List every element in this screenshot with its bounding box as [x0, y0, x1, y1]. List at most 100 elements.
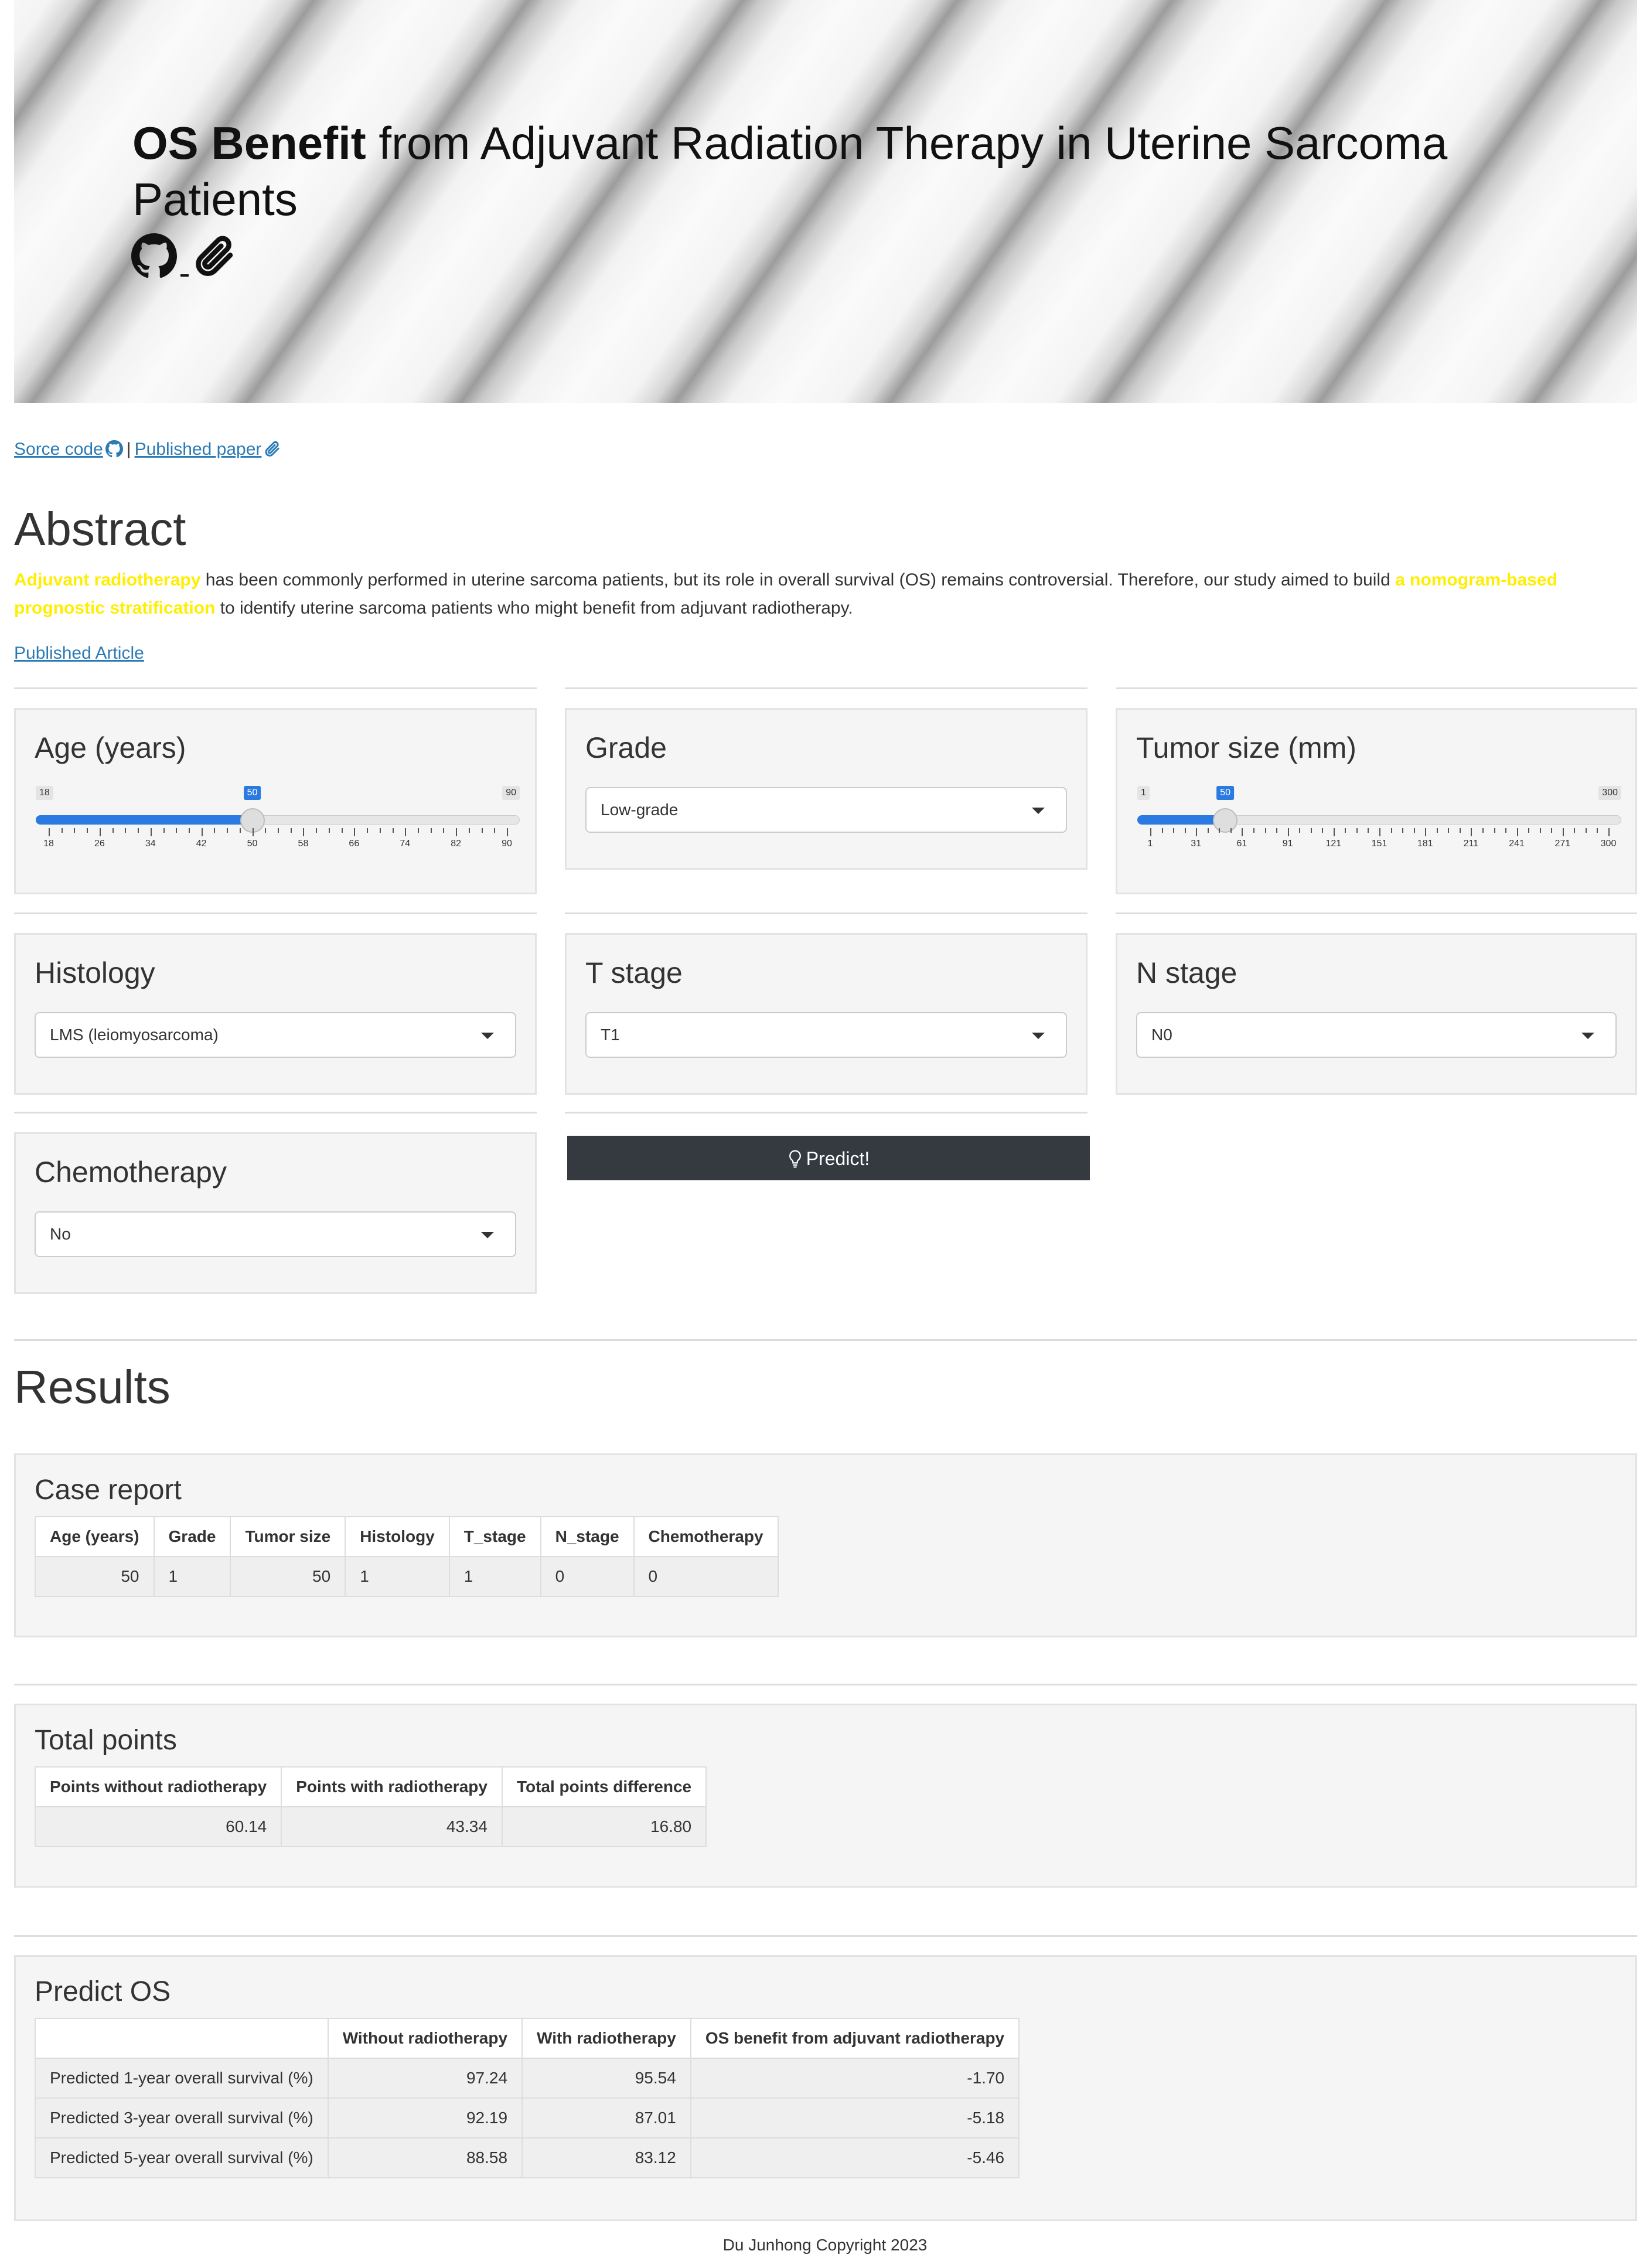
- t-stage-selected-value: T1: [601, 1026, 620, 1044]
- t-stage-label: T stage: [585, 956, 683, 989]
- slider-minor-tick: [1551, 828, 1553, 833]
- table-row: 60.14 43.34 16.80: [34, 1806, 707, 1847]
- table-cell: -5.46: [690, 2137, 1020, 2178]
- divider: [14, 687, 537, 689]
- slider-minor-tick: [1161, 828, 1163, 833]
- n-stage-select[interactable]: N0: [1136, 1012, 1617, 1058]
- paper-link[interactable]: [192, 233, 238, 279]
- table-cell: 60.14: [34, 1806, 282, 1847]
- lightbulb-icon: [789, 1150, 801, 1168]
- slider-minor-tick: [1345, 828, 1346, 833]
- slider-minor-tick: [290, 828, 292, 833]
- chevron-down-icon: [481, 1033, 494, 1039]
- table-cell: 88.58: [327, 2137, 523, 2178]
- slider-tick-label: 91: [1282, 839, 1293, 849]
- case-report-table: Age (years) Grade Tumor size Histology T…: [35, 1516, 779, 1597]
- github-icon: [105, 440, 123, 458]
- slider-minor-tick: [1207, 828, 1209, 833]
- slider-minor-tick: [341, 828, 343, 833]
- slider-minor-tick: [125, 828, 127, 833]
- github-link[interactable]: [131, 233, 177, 279]
- slider-minor-tick: [1368, 828, 1369, 833]
- slider-tick-label: 42: [196, 839, 207, 849]
- n-stage-label: N stage: [1136, 956, 1238, 989]
- divider: [1116, 687, 1637, 689]
- top-links: Sorce code | Published paper: [14, 440, 281, 459]
- slider-tick-label: 74: [400, 839, 411, 849]
- column-header: Tumor size: [230, 1516, 346, 1557]
- source-code-link[interactable]: Sorce code: [14, 440, 123, 459]
- slider-major-tick: [1150, 828, 1151, 836]
- table-row: Predicted 3-year overall survival (%) 92…: [35, 2097, 1020, 2138]
- t-stage-select[interactable]: T1: [585, 1012, 1067, 1058]
- slider-minor-tick: [112, 828, 114, 833]
- slider-fill: [1137, 815, 1226, 825]
- case-report-panel: Case report Age (years) Grade Tumor size…: [14, 1453, 1637, 1637]
- age-label: Age (years): [35, 731, 186, 764]
- slider-minor-tick: [278, 828, 279, 833]
- column-header: Histology: [345, 1516, 450, 1557]
- column-header: N_stage: [540, 1516, 635, 1557]
- column-header: With radiotherapy: [521, 2018, 691, 2059]
- column-header: Grade: [153, 1516, 231, 1557]
- slider-minor-tick: [367, 828, 369, 833]
- chevron-down-icon: [1032, 1033, 1045, 1039]
- column-header: Chemotherapy: [633, 1516, 779, 1557]
- table-cell: 92.19: [327, 2097, 523, 2138]
- slider-major-tick: [1608, 828, 1610, 836]
- slider-min-label: 18: [36, 786, 53, 800]
- predict-os-panel: Predict OS Without radiotherapy With rad…: [14, 1955, 1637, 2221]
- table-header-row: Points without radiotherapy Points with …: [34, 1766, 707, 1807]
- table-cell: 87.01: [521, 2097, 691, 2138]
- predict-button[interactable]: Predict!: [567, 1136, 1090, 1180]
- histology-panel: Histology LMS (leiomyosarcoma): [14, 933, 537, 1095]
- slider-minor-tick: [379, 828, 381, 833]
- chemotherapy-select[interactable]: No: [35, 1211, 516, 1257]
- paperclip-icon: [265, 441, 279, 457]
- table-cell: 50: [35, 1556, 155, 1597]
- case-report-title: Case report: [35, 1474, 182, 1506]
- results-heading: Results: [14, 1361, 171, 1413]
- published-paper-link[interactable]: Published paper: [135, 440, 282, 459]
- slider-minor-tick: [265, 828, 267, 833]
- footer-copyright: Du Junhong Copyright 2023: [722, 2236, 928, 2254]
- slider-tick-label: 1: [1147, 839, 1153, 849]
- slider-tick-label: 58: [298, 839, 309, 849]
- slider-value-label: 50: [243, 786, 261, 800]
- divider: [14, 1112, 537, 1113]
- slider-minor-tick: [316, 828, 318, 833]
- slider-minor-tick: [468, 828, 470, 833]
- n-stage-panel: N stage N0: [1116, 933, 1637, 1095]
- slider-minor-tick: [138, 828, 139, 833]
- published-paper-label: Published paper: [134, 440, 262, 459]
- slider-handle[interactable]: [1213, 808, 1238, 833]
- table-cell: -1.70: [690, 2058, 1020, 2099]
- link-underline: [180, 274, 189, 277]
- grade-select[interactable]: Low-grade: [585, 787, 1067, 833]
- grade-panel: Grade Low-grade: [565, 708, 1088, 870]
- slider-major-tick: [201, 828, 203, 836]
- histology-select[interactable]: LMS (leiomyosarcoma): [35, 1012, 516, 1058]
- column-header: [35, 2018, 329, 2059]
- table-cell: 1: [345, 1556, 450, 1597]
- slider-tick-label: 66: [349, 839, 360, 849]
- n-stage-selected-value: N0: [1151, 1026, 1172, 1044]
- slider-minor-tick: [176, 828, 178, 833]
- slider-major-tick: [49, 828, 50, 836]
- slider-major-tick: [1242, 828, 1243, 836]
- tumor-size-slider[interactable]: 1 300 50 1 31 61 91 121 151 181 211 241 271 300: [1137, 786, 1621, 850]
- slider-tick-label: 121: [1325, 839, 1342, 849]
- slider-minor-tick: [1253, 828, 1254, 833]
- slider-tick-label: 18: [43, 839, 54, 849]
- published-article-link[interactable]: Published Article: [14, 643, 144, 663]
- slider-minor-tick: [1219, 828, 1221, 833]
- slider-minor-tick: [188, 828, 190, 833]
- slider-minor-tick: [1494, 828, 1495, 833]
- chevron-down-icon: [1581, 1033, 1594, 1039]
- column-header: Age (years): [35, 1516, 155, 1557]
- grade-selected-value: Low-grade: [601, 801, 679, 819]
- age-slider[interactable]: 18 90 50 18 26 34 42 50 58 66 74 82 90: [36, 786, 520, 850]
- slider-value-label: 50: [1216, 786, 1235, 800]
- slider-major-tick: [1425, 828, 1427, 836]
- slider-minor-tick: [392, 828, 394, 833]
